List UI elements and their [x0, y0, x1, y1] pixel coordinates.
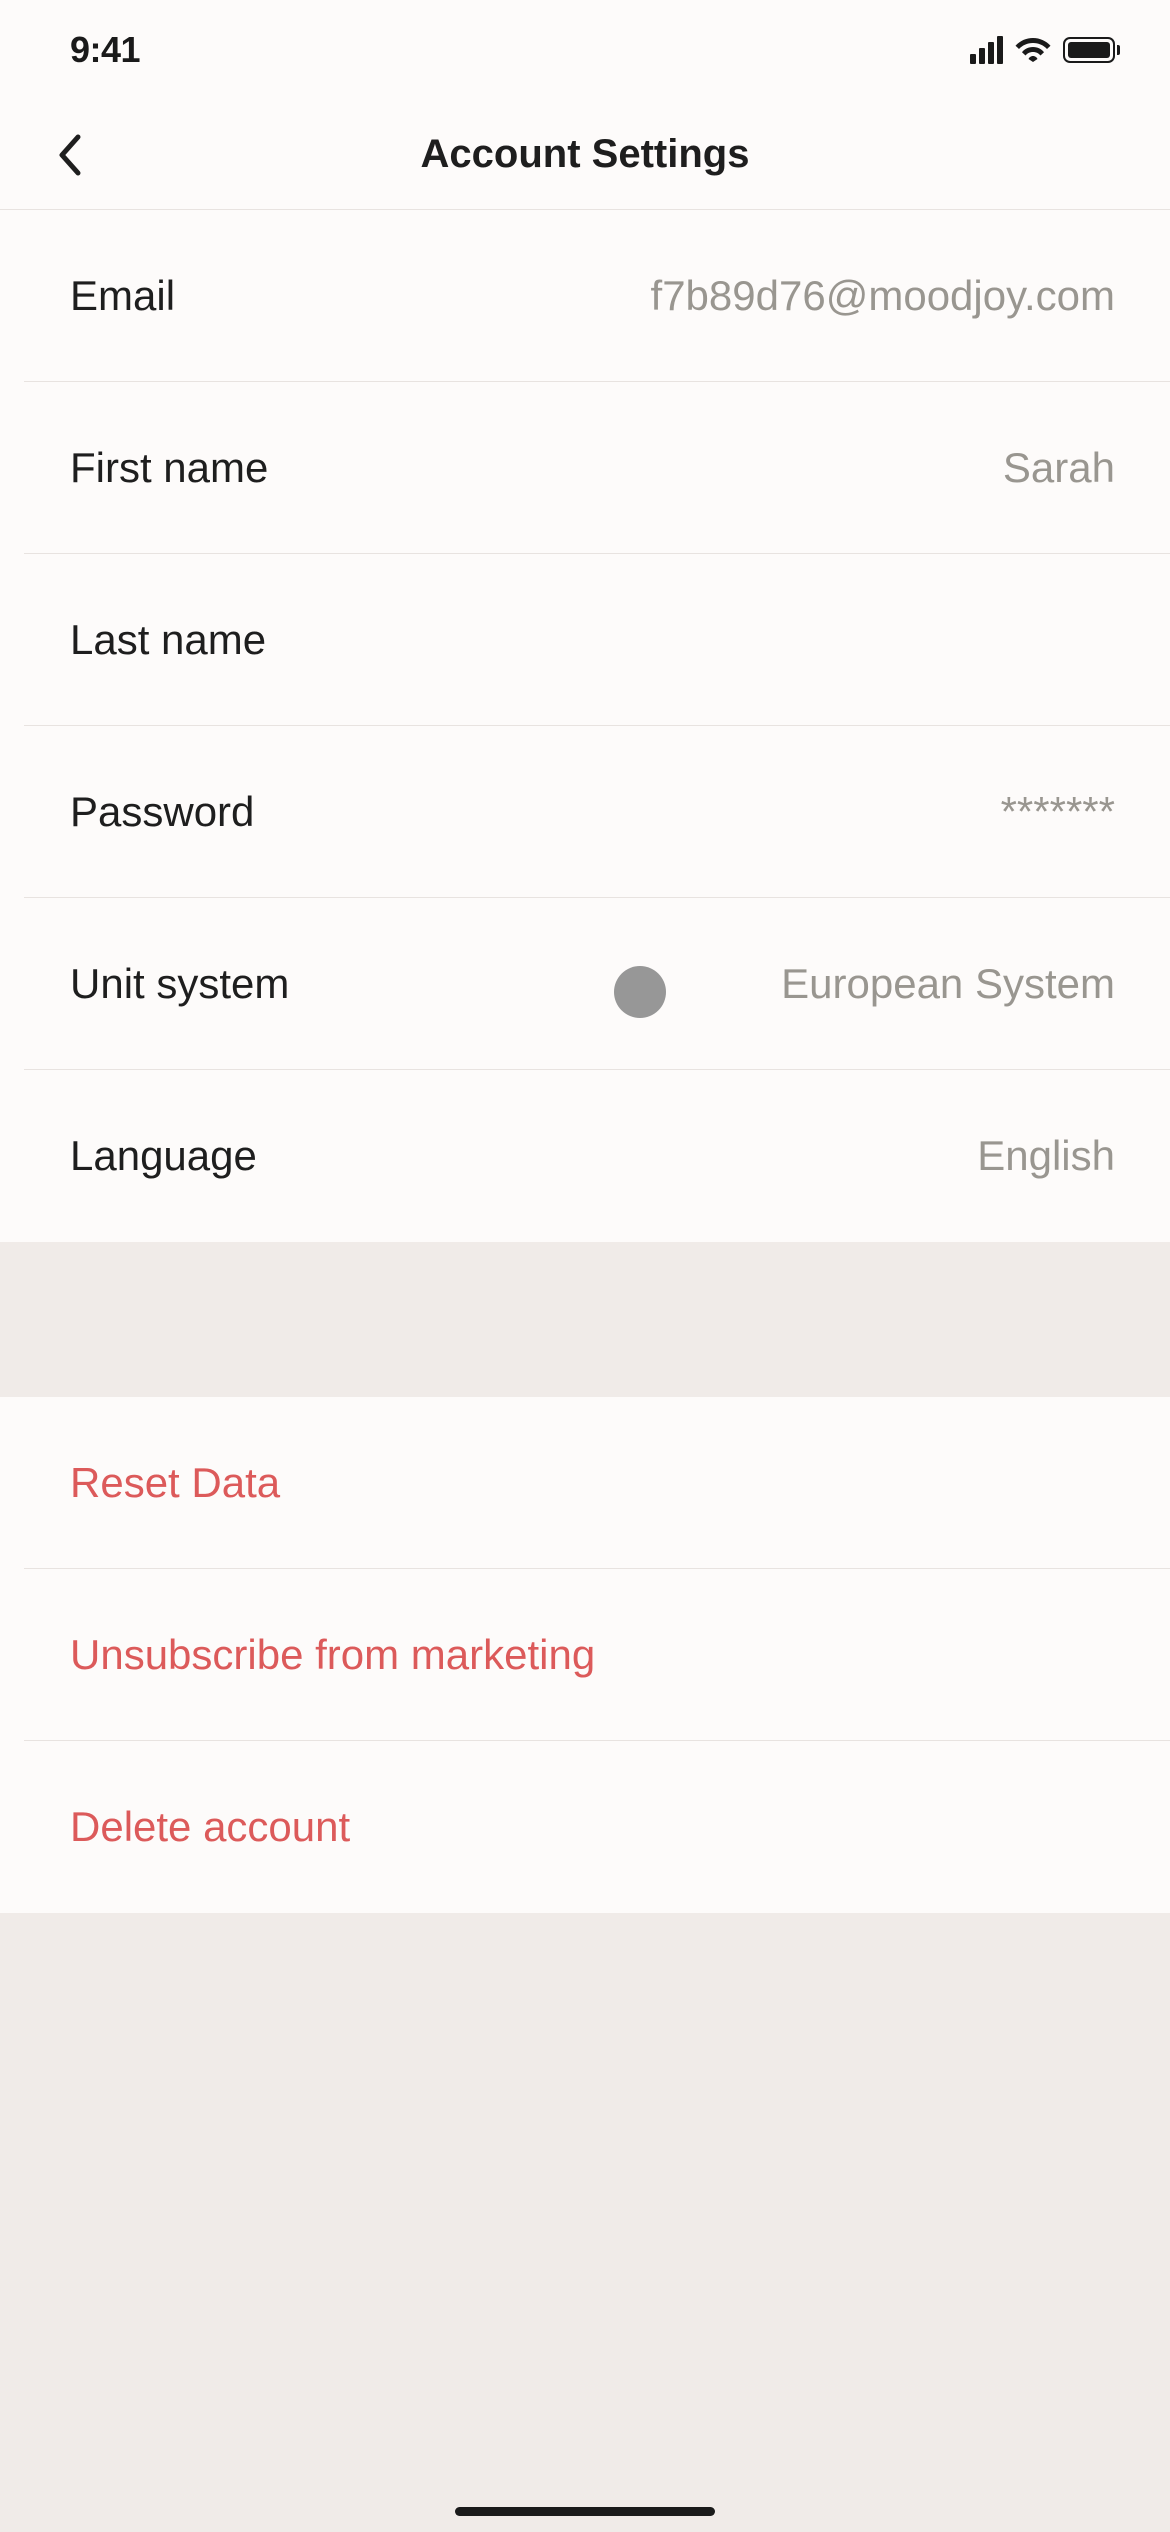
password-label: Password — [70, 788, 254, 836]
unsubscribe-button[interactable]: Unsubscribe from marketing — [0, 1569, 1170, 1741]
language-value: English — [977, 1132, 1115, 1180]
unit-system-label: Unit system — [70, 960, 289, 1008]
unit-system-value: European System — [781, 960, 1115, 1008]
last-name-label: Last name — [70, 616, 266, 664]
reset-data-label: Reset Data — [70, 1459, 280, 1507]
battery-icon — [1063, 37, 1120, 63]
first-name-row[interactable]: First name Sarah — [0, 382, 1170, 554]
reset-data-button[interactable]: Reset Data — [0, 1397, 1170, 1569]
language-label: Language — [70, 1132, 257, 1180]
page-title: Account Settings — [0, 132, 1170, 177]
email-value: f7b89d76@moodjoy.com — [651, 272, 1115, 320]
header: Account Settings — [0, 100, 1170, 210]
language-row[interactable]: Language English — [0, 1070, 1170, 1242]
status-icons — [970, 34, 1120, 67]
back-button[interactable] — [40, 125, 100, 185]
first-name-value: Sarah — [1003, 444, 1115, 492]
password-value: ******* — [1001, 788, 1115, 836]
chevron-left-icon — [56, 133, 84, 177]
section-separator — [0, 1242, 1170, 1397]
wifi-icon — [1015, 34, 1051, 67]
settings-group: Email f7b89d76@moodjoy.com First name Sa… — [0, 210, 1170, 1242]
unit-system-row[interactable]: Unit system European System — [0, 898, 1170, 1070]
email-label: Email — [70, 272, 175, 320]
cellular-signal-icon — [970, 36, 1003, 64]
delete-account-button[interactable]: Delete account — [0, 1741, 1170, 1913]
delete-account-label: Delete account — [70, 1803, 350, 1851]
last-name-row[interactable]: Last name — [0, 554, 1170, 726]
status-time: 9:41 — [70, 29, 140, 71]
unsubscribe-label: Unsubscribe from marketing — [70, 1631, 595, 1679]
password-row[interactable]: Password ******* — [0, 726, 1170, 898]
status-bar: 9:41 — [0, 0, 1170, 100]
home-indicator[interactable] — [455, 2507, 715, 2516]
actions-group: Reset Data Unsubscribe from marketing De… — [0, 1397, 1170, 1913]
first-name-label: First name — [70, 444, 268, 492]
email-row[interactable]: Email f7b89d76@moodjoy.com — [0, 210, 1170, 382]
